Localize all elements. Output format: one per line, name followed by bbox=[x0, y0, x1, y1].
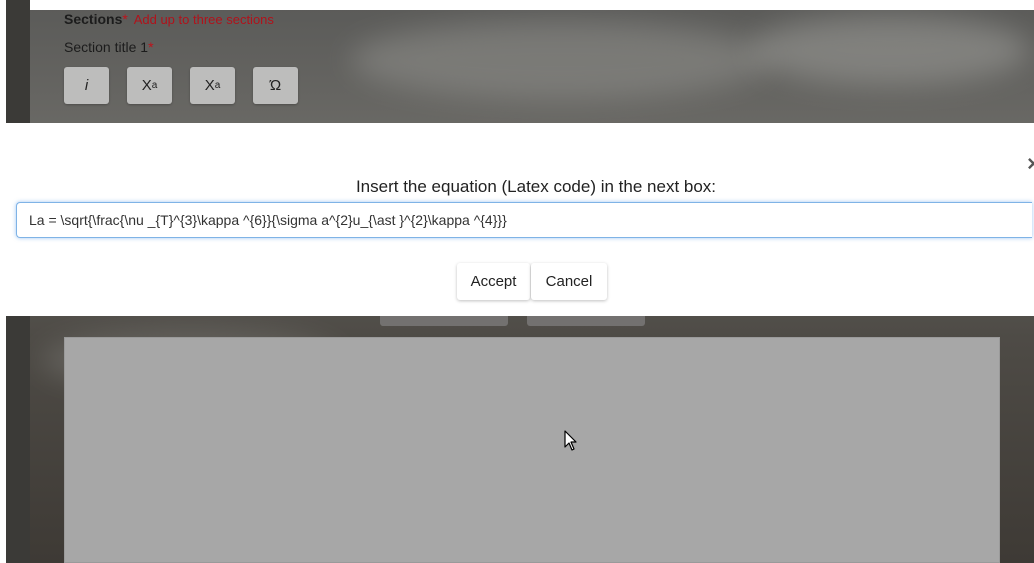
section-editor-area[interactable] bbox=[64, 337, 1000, 563]
backdrop-cloud bbox=[750, 15, 1030, 85]
special-char-button[interactable]: Ώ bbox=[253, 67, 298, 104]
required-mark: * bbox=[148, 39, 154, 55]
backdrop-cloud bbox=[350, 20, 770, 100]
accept-button[interactable]: Accept bbox=[457, 263, 530, 300]
modal-prompt: Insert the equation (Latex code) in the … bbox=[355, 177, 717, 196]
omega-icon: Ώ bbox=[269, 77, 282, 94]
sections-hint: Add up to three sections bbox=[133, 12, 274, 27]
section-title-label: Section title 1 bbox=[64, 39, 149, 55]
subscript-button[interactable]: Xa bbox=[190, 67, 235, 104]
equation-modal: × Insert the equation (Latex code) in th… bbox=[6, 123, 1034, 316]
cancel-button[interactable]: Cancel bbox=[531, 263, 607, 300]
close-icon[interactable]: × bbox=[1027, 151, 1034, 177]
italic-button[interactable]: i bbox=[64, 67, 109, 104]
superscript-button[interactable]: Xa bbox=[127, 67, 172, 104]
hidden-button bbox=[527, 316, 645, 326]
accept-label: Accept bbox=[470, 273, 517, 290]
hidden-button bbox=[380, 316, 508, 326]
cancel-label: Cancel bbox=[545, 273, 593, 290]
latex-input[interactable] bbox=[16, 202, 1032, 238]
required-mark: * bbox=[122, 11, 128, 27]
sections-label: Sections bbox=[64, 11, 123, 27]
superscript-base: X bbox=[141, 77, 152, 94]
italic-label: i bbox=[84, 77, 89, 94]
section-title-label-row: Section title 1* bbox=[64, 39, 154, 55]
mouse-cursor-icon bbox=[564, 430, 577, 451]
top-edge bbox=[0, 0, 1034, 10]
subscript-base: X bbox=[204, 77, 215, 94]
sections-header: Sections* Add up to three sections bbox=[64, 11, 274, 27]
